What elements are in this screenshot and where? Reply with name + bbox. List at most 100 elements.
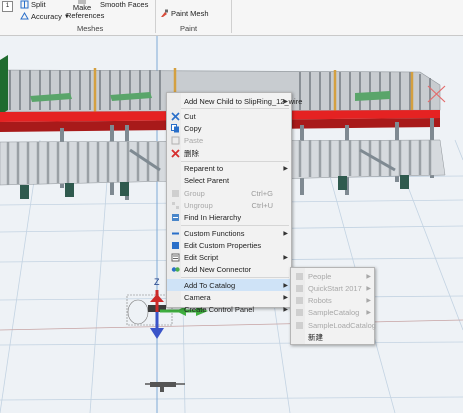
- menu-item-paste[interactable]: Paste: [167, 135, 291, 147]
- catalog-icon: [295, 308, 304, 317]
- menu-separator: [181, 108, 289, 110]
- menu-item-label: Add To Catalog: [184, 280, 236, 290]
- make-references-button[interactable]: Make References: [66, 0, 105, 22]
- menu-item-shortcut: Ctrl+U: [251, 200, 273, 210]
- context-menu: Add New Child to SlipRing_12_wire ▶ Cut Cop…: [166, 92, 302, 314]
- scissors-icon: [171, 112, 180, 121]
- menu-item-shortcut: Ctrl+G: [251, 188, 273, 198]
- menu-item-item-4[interactable]: 删除: [167, 147, 291, 159]
- meshes-group-label: Meshes: [77, 24, 104, 33]
- paint-mesh-button[interactable]: Paint Mesh: [160, 9, 209, 18]
- menu-separator: [181, 277, 289, 279]
- catalog-icon: [295, 284, 304, 293]
- catalog-icon: [295, 296, 304, 305]
- menu-item-ungroup[interactable]: Ungroup Ctrl+U: [167, 199, 291, 211]
- split-button[interactable]: Split: [20, 0, 46, 9]
- menu-item-add-new-connector[interactable]: Add New Connector: [167, 264, 291, 276]
- paint-group-label: Paint: [180, 24, 198, 33]
- menu-item-label: Edit Custom Properties: [184, 240, 262, 250]
- menu-item-select-parent[interactable]: Select Parent: [167, 175, 291, 187]
- menu-item-label: Custom Functions: [184, 228, 245, 238]
- z-axis-label: Z: [154, 277, 160, 287]
- menu-item-create-control-panel[interactable]: Create Control Panel ▶: [167, 304, 291, 316]
- menu-item-label: SampleCatalog: [308, 308, 360, 318]
- smooth-faces-label: Smooth Faces: [100, 0, 149, 9]
- menu-item-edit-script[interactable]: Edit Script ▶: [167, 252, 291, 264]
- menu-item-label: Find In Hierarchy: [184, 213, 242, 223]
- connector-icon: [171, 265, 180, 274]
- chevron-right-icon: ▶: [366, 298, 371, 305]
- menu-item-label: 删除: [184, 148, 199, 158]
- split-label: Split: [31, 0, 46, 9]
- chevron-right-icon: ▶: [366, 285, 371, 292]
- accuracy-label: Accuracy: [31, 12, 62, 21]
- menu-item-label: Ungroup: [184, 200, 213, 210]
- accuracy-icon: [20, 12, 29, 20]
- menu-item-label: SampleLoadCatalog: [308, 320, 376, 330]
- menu-item-label: Cut: [184, 111, 196, 121]
- menu-item-camera[interactable]: Camera ▶: [167, 292, 291, 304]
- menu-item-add-new-child-to-slipring-12-wire[interactable]: Add New Child to SlipRing_12_wire ▶: [167, 95, 302, 107]
- submenu-item-quickstart-2017[interactable]: QuickStart 2017 ▶: [291, 282, 374, 294]
- menu-item-group[interactable]: Group Ctrl+G: [167, 187, 291, 199]
- menu-item-custom-functions[interactable]: Custom Functions ▶: [167, 227, 291, 239]
- chevron-right-icon: ▶: [283, 166, 288, 172]
- menu-item-label: Paste: [184, 136, 204, 146]
- x-axis-line: [0, 319, 463, 331]
- chevron-right-icon: ▶: [283, 307, 288, 314]
- chevron-right-icon: ▶: [283, 98, 288, 105]
- menu-item-copy[interactable]: Copy: [167, 123, 291, 135]
- make-references-label-2: References: [66, 11, 105, 20]
- chevron-right-icon: ▶: [366, 310, 371, 317]
- chevron-right-icon: ▶: [283, 230, 288, 237]
- menu-item-label: Create Control Panel: [184, 305, 255, 315]
- catalog-icon: [295, 272, 304, 281]
- menu-item-label: Reparent to: [184, 164, 224, 173]
- ribbon-small-box[interactable]: 1: [2, 1, 13, 12]
- chevron-right-icon: ▶: [283, 295, 288, 301]
- menu-item-label: Select Parent: [184, 176, 230, 186]
- menu-item-edit-custom-properties[interactable]: Edit Custom Properties: [167, 239, 291, 251]
- menu-item-label: Robots: [308, 296, 332, 306]
- ungroup-icon: [171, 201, 180, 210]
- submenu-item-samplecatalog[interactable]: SampleCatalog ▶: [291, 307, 374, 319]
- menu-item-label: Camera: [184, 293, 211, 302]
- hierarchy-icon: [171, 213, 180, 222]
- catalog-icon: [295, 333, 304, 342]
- function-icon: [171, 229, 180, 238]
- chevron-right-icon: ▶: [283, 255, 288, 262]
- submenu-item-people[interactable]: People ▶: [291, 270, 374, 282]
- small-box-label: 1: [2, 1, 13, 12]
- paint-mesh-label: Paint Mesh: [171, 9, 209, 18]
- paint-mesh-icon: [161, 9, 168, 17]
- small-device: [145, 382, 185, 392]
- submenu-item-item-5[interactable]: 新建: [291, 332, 374, 344]
- submenu-item-robots[interactable]: Robots ▶: [291, 295, 374, 307]
- chevron-right-icon: ▶: [366, 273, 371, 280]
- menu-item-add-to-catalog[interactable]: Add To Catalog ▶: [167, 279, 291, 292]
- menu-item-cut[interactable]: Cut: [167, 110, 291, 122]
- smooth-faces-button[interactable]: Smooth Faces: [100, 0, 148, 9]
- chevron-right-icon: ▶: [283, 282, 288, 289]
- menu-item-label: People: [308, 271, 332, 281]
- menu-item-label: 新建: [308, 333, 323, 342]
- split-icon: [20, 0, 29, 9]
- ribbon-separator: [155, 0, 156, 33]
- menu-separator: [181, 225, 289, 226]
- menu-item-find-in-hierarchy[interactable]: Find In Hierarchy: [167, 212, 291, 224]
- menu-item-label: Add New Connector: [184, 265, 252, 275]
- submenu-item-sampleloadcatalog[interactable]: SampleLoadCatalog: [291, 319, 376, 331]
- menu-item-label: Edit Script: [184, 253, 219, 263]
- group-icon: [171, 189, 180, 198]
- paste-icon: [171, 136, 180, 145]
- accuracy-dropdown[interactable]: Accuracy ▼: [20, 12, 70, 21]
- catalog-icon: [295, 321, 304, 330]
- 3d-viewport[interactable]: Z Add New Child to SlipRing_12_wire ▶ Cut C…: [0, 36, 463, 413]
- menu-item-label: Copy: [184, 124, 202, 134]
- ribbon-toolbar: 1 Split Accuracy ▼ Make References Smoot…: [0, 0, 463, 36]
- copy-icon: [171, 124, 180, 133]
- delete-icon: [171, 149, 180, 158]
- menu-item-reparent-to[interactable]: Reparent to ▶: [167, 163, 291, 175]
- menu-item-label: Group: [184, 188, 205, 198]
- menu-item-label: QuickStart 2017: [308, 283, 362, 293]
